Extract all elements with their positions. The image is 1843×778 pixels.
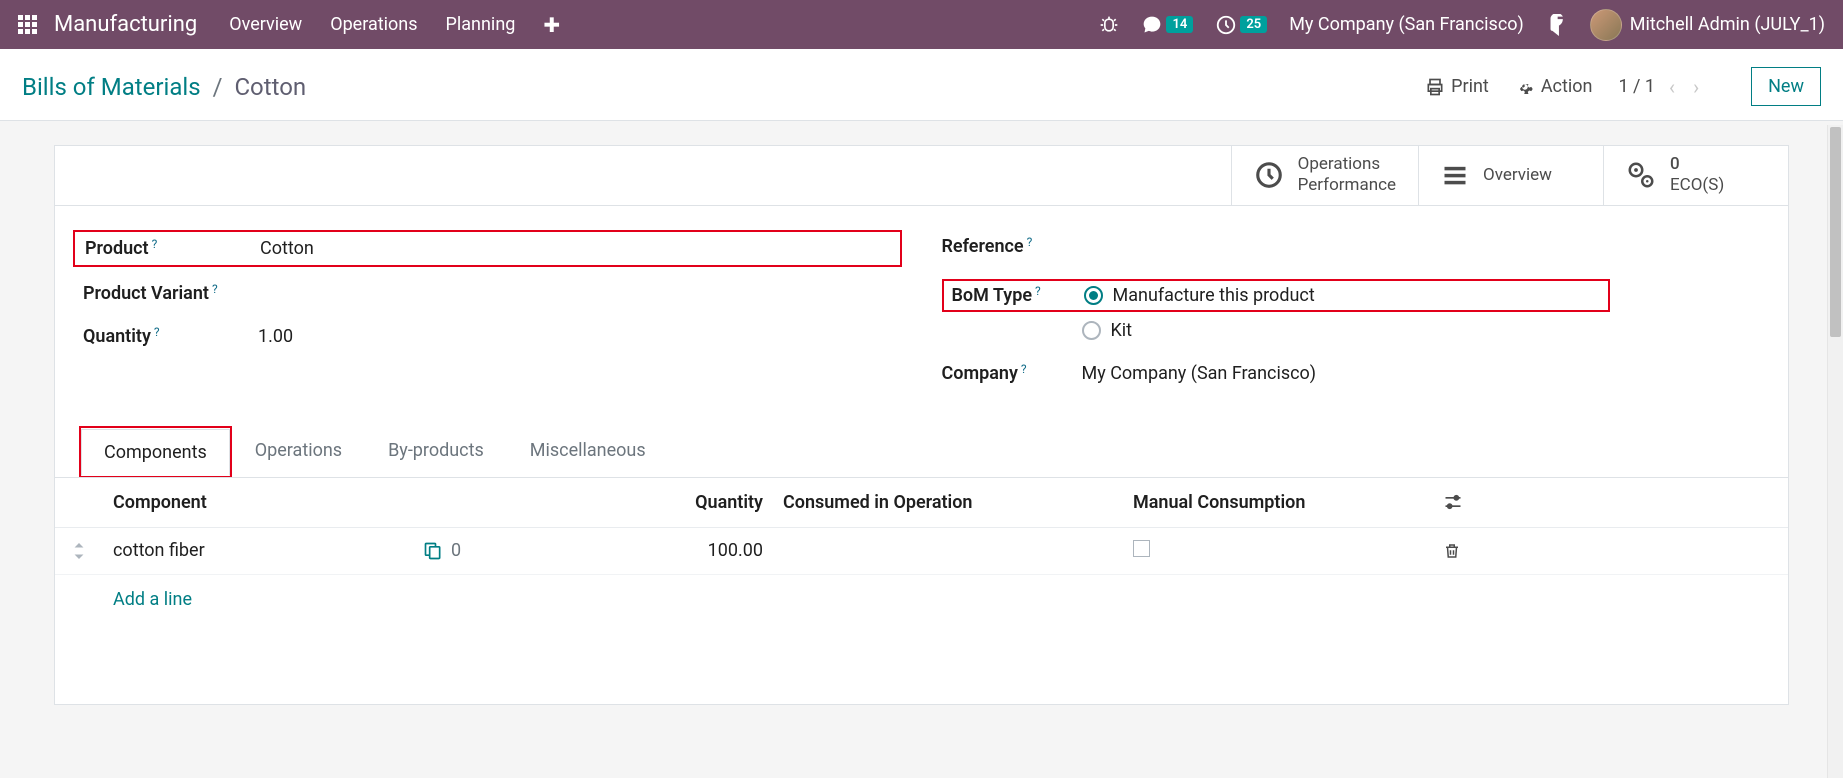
bomtype-label: BoM Type?: [944, 285, 1084, 306]
clock-icon: [1254, 160, 1284, 190]
user-menu[interactable]: Mitchell Admin (JULY_1): [1590, 9, 1825, 41]
tab-miscellaneous[interactable]: Miscellaneous: [507, 427, 669, 478]
avatar: [1590, 9, 1622, 41]
bomtype-manufacture[interactable]: Manufacture this product: [1084, 285, 1601, 306]
user-name: Mitchell Admin (JULY_1): [1630, 14, 1825, 35]
radio-icon: [1082, 321, 1101, 340]
company-label: Company?: [942, 363, 1082, 384]
drag-handle-icon[interactable]: [73, 543, 113, 559]
breadcrumb-current: Cotton: [234, 73, 306, 101]
component-name[interactable]: cotton fiber: [113, 540, 423, 561]
apps-icon[interactable]: [18, 15, 38, 35]
messages-badge: 14: [1166, 16, 1193, 33]
product-field[interactable]: Cotton: [260, 238, 890, 259]
tab-components[interactable]: Components: [81, 429, 230, 476]
form-sheet: Operations Performance Overview 0 ECO(S): [54, 145, 1789, 705]
nav-planning[interactable]: Planning: [446, 14, 516, 35]
radio-selected-icon: [1084, 286, 1103, 305]
bomtype-kit[interactable]: Kit: [1082, 320, 1761, 341]
debug-icon[interactable]: [1099, 15, 1119, 35]
manual-consumption[interactable]: [1133, 540, 1443, 562]
pager: 1 / 1 ‹ ›: [1618, 75, 1703, 99]
add-line[interactable]: Add a line: [55, 575, 1788, 624]
action-button[interactable]: Action: [1515, 76, 1593, 97]
tab-byproducts[interactable]: By-products: [365, 427, 507, 478]
quantity-field[interactable]: 1.00: [258, 326, 902, 347]
nav-overview[interactable]: Overview: [229, 14, 302, 35]
stat-ecos[interactable]: 0 ECO(S): [1603, 146, 1788, 205]
control-panel: Bills of Materials / Cotton Print Action…: [0, 49, 1843, 121]
reference-label: Reference?: [942, 236, 1117, 257]
checkbox-icon[interactable]: [1133, 540, 1150, 557]
highlight-components-tab: Components: [79, 426, 232, 477]
tools-icon[interactable]: [1546, 14, 1568, 36]
new-button[interactable]: New: [1751, 67, 1821, 106]
company-field[interactable]: My Company (San Francisco): [1082, 363, 1761, 384]
quantity-label: Quantity?: [83, 326, 258, 347]
highlight-bomtype: BoM Type? Manufacture this product: [942, 279, 1611, 312]
col-quantity: Quantity: [483, 492, 783, 513]
highlight-product: Product? Cotton: [73, 230, 902, 267]
stat-overview[interactable]: Overview: [1418, 146, 1603, 205]
list-icon: [1441, 161, 1469, 189]
activities-icon[interactable]: 25: [1215, 14, 1267, 36]
col-manual: Manual Consumption: [1133, 492, 1443, 513]
col-component: Component: [113, 492, 423, 513]
scrollbar[interactable]: [1827, 125, 1843, 778]
breadcrumb-root[interactable]: Bills of Materials: [22, 73, 201, 101]
company-switcher[interactable]: My Company (San Francisco): [1289, 14, 1524, 35]
product-label: Product?: [85, 238, 260, 259]
plus-icon[interactable]: ✚: [543, 13, 560, 37]
component-qty[interactable]: 100.00: [483, 540, 783, 561]
table-row[interactable]: cotton fiber 0 100.00: [55, 528, 1788, 575]
stat-operations-performance[interactable]: Operations Performance: [1231, 146, 1418, 205]
pager-prev[interactable]: ‹: [1665, 75, 1679, 99]
forecast-value: 0: [451, 540, 461, 561]
messages-icon[interactable]: 14: [1141, 15, 1193, 35]
nav-operations[interactable]: Operations: [330, 14, 417, 35]
variant-label: Product Variant?: [83, 283, 258, 304]
pager-next[interactable]: ›: [1689, 75, 1703, 99]
col-consumed: Consumed in Operation: [783, 492, 1133, 513]
activities-badge: 25: [1240, 16, 1267, 33]
notebook: Components Operations By-products Miscel…: [55, 426, 1788, 624]
gears-icon: [1626, 160, 1656, 190]
breadcrumb: Bills of Materials / Cotton: [22, 73, 306, 101]
pager-value[interactable]: 1 / 1: [1618, 76, 1655, 97]
print-button[interactable]: Print: [1425, 76, 1489, 97]
forecast-icon[interactable]: [423, 541, 443, 561]
top-navbar: Manufacturing Overview Operations Planni…: [0, 0, 1843, 49]
app-brand[interactable]: Manufacturing: [54, 12, 197, 37]
optional-columns-icon[interactable]: [1443, 494, 1503, 510]
breadcrumb-sep: /: [213, 73, 223, 101]
tab-operations[interactable]: Operations: [232, 427, 365, 478]
delete-row-icon[interactable]: [1443, 541, 1503, 561]
